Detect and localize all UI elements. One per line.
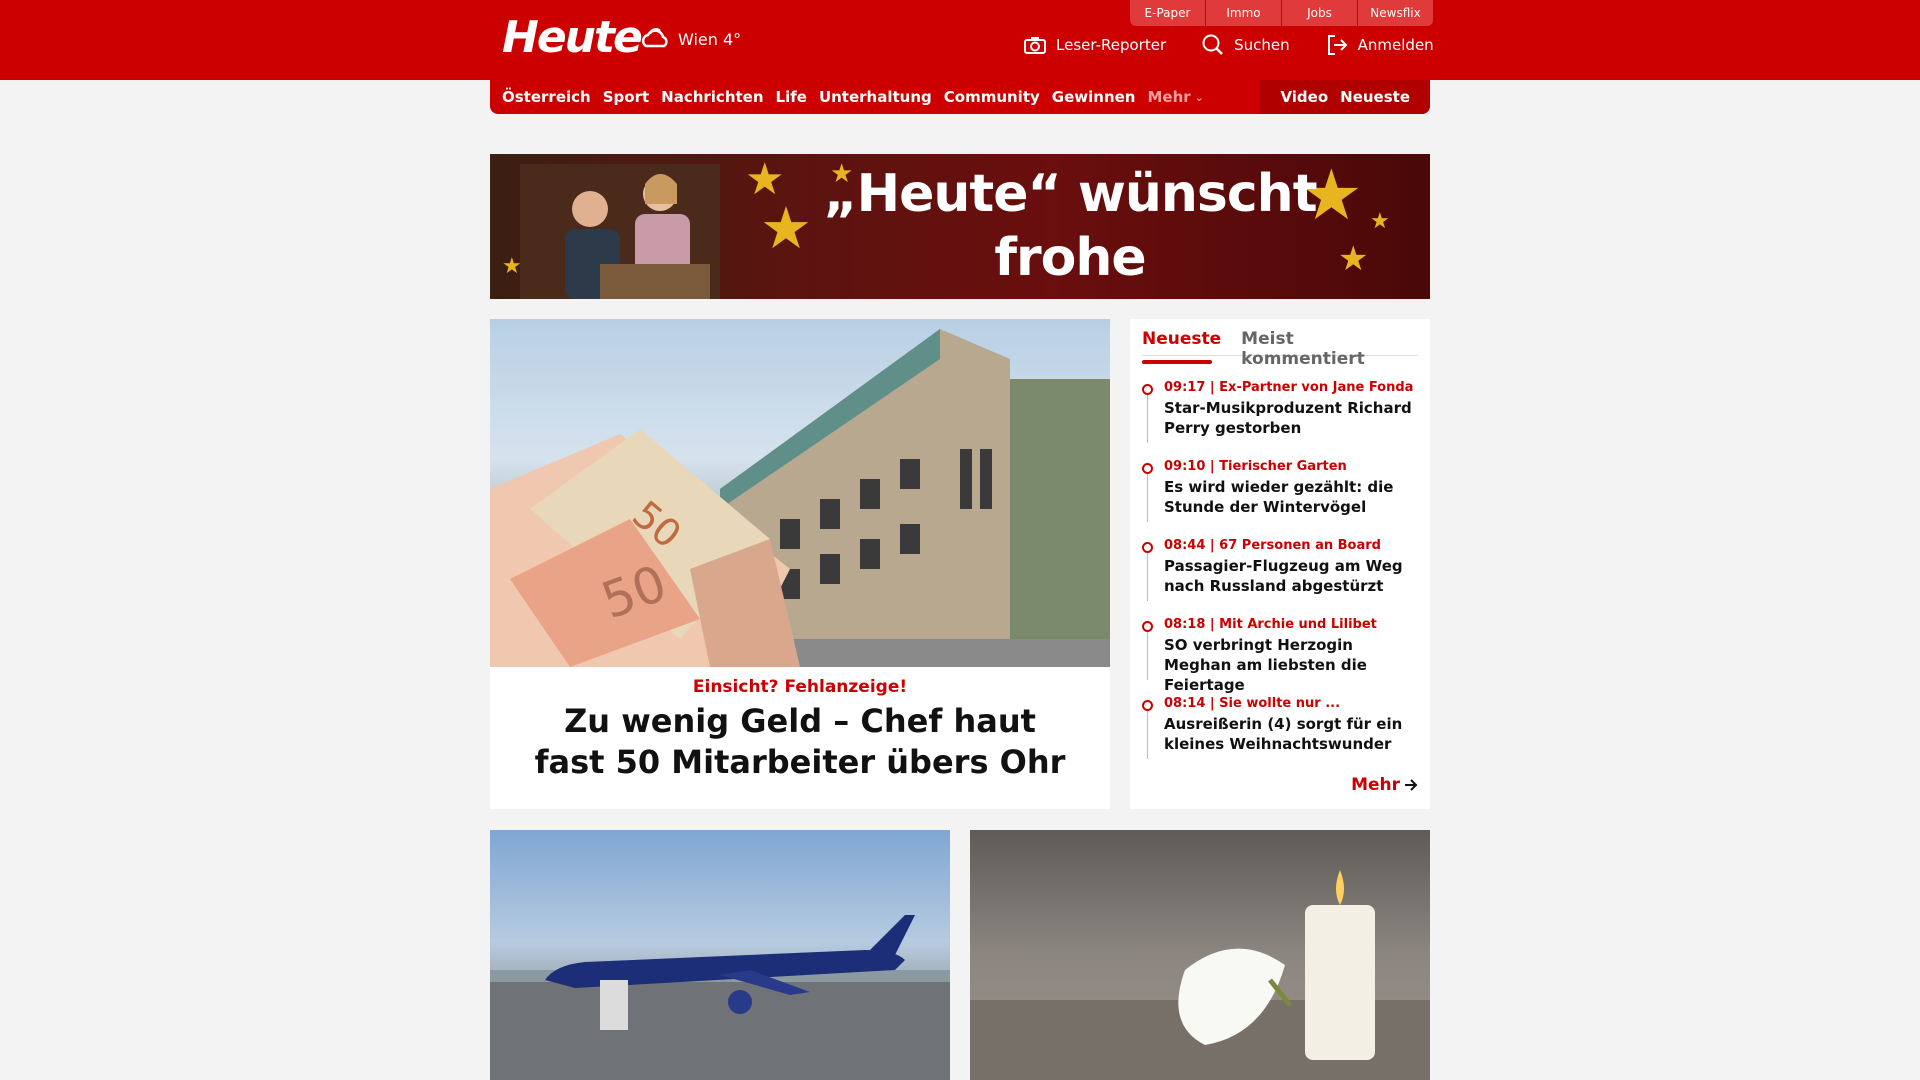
main-story-image[interactable]: 50 50 [490,319,1110,667]
leser-reporter-link[interactable]: Leser-Reporter [1024,34,1166,56]
login-icon [1327,35,1348,55]
star-icon: ★ [760,194,812,262]
main-nav: Österreich Sport Nachrichten Life Unterh… [490,80,1430,114]
christmas-banner[interactable]: ★ ★ ★ ★ ★ ★ ★ „Heute“ wünscht frohe Weih… [490,154,1430,299]
nav-item-gewinnen[interactable]: Gewinnen [1052,88,1136,106]
banner-line-2: frohe Weihnachten! [873,228,1268,299]
timeline-dot [1142,700,1153,711]
cloud-sun-icon [641,28,668,48]
main-story-title[interactable]: Zu wenig Geld – Chef haut fast 50 Mitarb… [530,701,1070,783]
search-label: Suchen [1234,36,1290,54]
timeline-dot [1142,621,1153,632]
camera-icon [1024,37,1046,54]
nav-more-label: Mehr [1147,88,1191,106]
nav-right: Video Neueste [1260,80,1430,114]
news-title: Ausreißerin (4) sorgt für ein kleines We… [1164,715,1403,753]
banner-text: „Heute“ wünscht frohe Weihnachten! [820,162,1320,299]
news-meta: 08:14 | Sie wollte nur ... [1164,696,1341,711]
building-money-photo: 50 50 [490,329,1110,667]
timeline-line [1147,711,1148,759]
news-title: Star-Musikproduzent Richard Perry gestor… [1164,399,1412,437]
news-item[interactable]: 08:18 | Mit Archie und Lilibet SO verbri… [1142,616,1418,695]
nav-item-life[interactable]: Life [776,88,807,106]
arrow-right-icon [1405,779,1418,791]
weather-text: Wien 4° [678,29,742,49]
news-meta: 08:44 | 67 Personen an Board [1164,538,1381,553]
news-meta: 09:17 | Ex-Partner von Jane Fonda [1164,380,1414,395]
top-tab-immo[interactable]: Immo [1206,0,1282,26]
news-title: Passagier-Flugzeug am Weg nach Russland … [1164,557,1403,595]
timeline-dot [1142,463,1153,474]
news-title: SO verbringt Herzogin Meghan am liebsten… [1164,636,1367,694]
news-item[interactable]: 09:17 | Ex-Partner von Jane Fonda Star-M… [1142,379,1418,458]
timeline-line [1147,395,1148,443]
banner-line-1: „Heute“ wünscht [823,164,1317,224]
search-icon [1202,34,1223,55]
sidebar-tabs: Neueste Meist kommentiert [1142,329,1418,369]
active-tab-indicator [1142,360,1212,364]
nav-item-nachrichten[interactable]: Nachrichten [661,88,763,106]
top-tabs: E-Paper Immo Jobs Newsflix [1130,0,1433,26]
news-item[interactable]: 09:10 | Tierischer Garten Es wird wieder… [1142,458,1418,537]
nav-item-community[interactable]: Community [944,88,1040,106]
nav-latest[interactable]: Neueste [1340,88,1410,106]
children-photo [520,164,720,299]
top-tab-epaper[interactable]: E-Paper [1130,0,1206,26]
heute-logo[interactable]: Heute [502,12,643,63]
timeline-line [1147,474,1148,522]
nav-item-sport[interactable]: Sport [603,88,649,106]
timeline-line [1147,632,1148,680]
nav-video[interactable]: Video [1280,88,1328,106]
top-tab-jobs[interactable]: Jobs [1282,0,1358,26]
news-meta: 08:18 | Mit Archie und Lilibet [1164,617,1377,632]
star-icon: ★ [502,254,522,279]
news-ticker-sidebar: Neueste Meist kommentiert 09:17 | Ex-Par… [1130,319,1430,809]
top-tab-newsflix[interactable]: Newsflix [1358,0,1433,26]
login-link[interactable]: Anmelden [1326,34,1434,56]
star-icon: ★ [1338,239,1369,279]
sidebar-more-label: Mehr [1351,775,1400,795]
news-meta: 09:10 | Tierischer Garten [1164,459,1347,474]
header-links: Leser-Reporter Suchen Anmelden [1024,34,1434,56]
main-story-kicker: Einsicht? Fehlanzeige! [692,677,908,697]
sidebar-more-link[interactable]: Mehr [1351,775,1418,795]
nav-more-dropdown[interactable]: Mehr ⌄ [1147,88,1203,106]
airplane-photo [490,915,950,1080]
nav-item-unterhaltung[interactable]: Unterhaltung [819,88,932,106]
weather-widget[interactable]: Wien 4° [640,26,741,52]
chevron-down-icon: ⌄ [1194,90,1204,104]
tab-neueste[interactable]: Neueste [1142,329,1221,355]
timeline-dot [1142,384,1153,395]
login-label: Anmelden [1357,36,1434,54]
leser-reporter-label: Leser-Reporter [1056,36,1167,54]
candle-story-image[interactable] [970,830,1430,1080]
candle-lily-photo [970,870,1430,1080]
news-item[interactable]: 08:14 | Sie wollte nur ... Ausreißerin (… [1142,695,1418,774]
timeline-line [1147,553,1148,601]
news-item[interactable]: 08:44 | 67 Personen an Board Passagier-F… [1142,537,1418,616]
nav-item-oesterreich[interactable]: Österreich [502,88,591,106]
news-list: 09:17 | Ex-Partner von Jane Fonda Star-M… [1142,379,1418,774]
tab-meist-kommentiert[interactable]: Meist kommentiert [1241,329,1418,369]
airplane-story-image[interactable] [490,830,950,1080]
news-title: Es wird wieder gezählt: die Stunde der W… [1164,478,1394,516]
search-link[interactable]: Suchen [1202,34,1290,56]
main-story-card[interactable]: 50 50 Einsicht? Fehlanzeige! Zu wenig Ge… [490,319,1110,809]
timeline-dot [1142,542,1153,553]
star-icon: ★ [1370,209,1390,234]
site-header [0,0,1920,80]
